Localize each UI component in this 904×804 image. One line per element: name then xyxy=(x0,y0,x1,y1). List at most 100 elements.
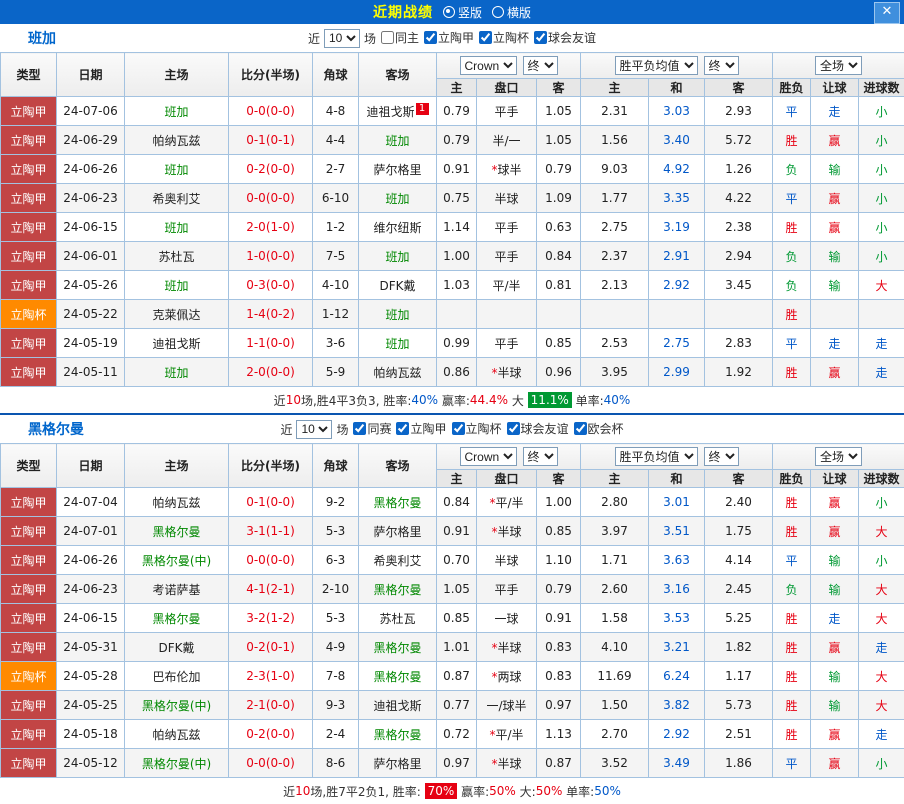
home-team-name[interactable]: 黑格尔曼 xyxy=(152,525,200,539)
euro-final-select[interactable]: 终 xyxy=(704,447,739,466)
goals-result-cell: 小 xyxy=(859,546,904,575)
filter-checkbox[interactable] xyxy=(534,31,547,44)
handicap-result-cell: 走 xyxy=(811,604,859,633)
away-team-name[interactable]: 帕纳瓦兹 xyxy=(373,366,421,380)
filter-option-同赛[interactable]: 同赛 xyxy=(348,420,391,437)
away-team-name[interactable]: 萨尔格里 xyxy=(373,757,421,771)
away-team-name[interactable]: 维尔纽斯 xyxy=(373,221,421,235)
summary-segment: 赢率: xyxy=(457,783,489,800)
summary-segment: 大 xyxy=(508,392,528,409)
result-cell: 负 xyxy=(773,242,811,271)
away-team-name[interactable]: 班加 xyxy=(385,308,409,322)
bookmaker-select[interactable]: Crown xyxy=(460,56,517,75)
euro-draw-cell: 3.16 xyxy=(649,575,705,604)
home-team-name[interactable]: 班加 xyxy=(164,105,188,119)
filter-checkbox[interactable] xyxy=(507,422,520,435)
home-team-name[interactable]: 黑格尔曼(中) xyxy=(142,757,211,771)
away-team-name[interactable]: 黑格尔曼 xyxy=(373,670,421,684)
filter-checkbox[interactable] xyxy=(452,422,465,435)
away-team-name[interactable]: 黑格尔曼 xyxy=(373,641,421,655)
away-team-name[interactable]: 班加 xyxy=(385,134,409,148)
asian-away-odds-cell: 1.05 xyxy=(537,126,581,155)
euro-final-select[interactable]: 终 xyxy=(704,56,739,75)
home-team-name[interactable]: 班加 xyxy=(164,221,188,235)
away-team-name[interactable]: 班加 xyxy=(385,250,409,264)
home-team-name[interactable]: 班加 xyxy=(164,163,188,177)
filter-checkbox[interactable] xyxy=(381,31,394,44)
home-team-name[interactable]: 巴布伦加 xyxy=(152,670,200,684)
filter-checkbox[interactable] xyxy=(396,422,409,435)
handicap-result-cell: 输 xyxy=(811,546,859,575)
avg-odds-select[interactable]: 胜平负均值 xyxy=(615,56,698,75)
filter-option-立陶甲[interactable]: 立陶甲 xyxy=(391,420,446,437)
away-team-name[interactable]: 萨尔格里 xyxy=(373,163,421,177)
league-cell: 立陶甲 xyxy=(1,329,57,358)
home-team-name[interactable]: DFK戴 xyxy=(158,641,194,655)
bookmaker-select[interactable]: Crown xyxy=(460,447,517,466)
home-team-name[interactable]: 克莱佩达 xyxy=(152,308,200,322)
away-team-name[interactable]: 萨尔格里 xyxy=(373,525,421,539)
home-team-name[interactable]: 帕纳瓦兹 xyxy=(152,134,200,148)
goals-result-cell: 小 xyxy=(859,126,904,155)
away-team-name[interactable]: 迪祖戈斯 xyxy=(366,105,414,119)
away-team-name[interactable]: 苏杜瓦 xyxy=(379,612,415,626)
filter-option-球会友谊[interactable]: 球会友谊 xyxy=(529,29,596,46)
home-team-name[interactable]: 班加 xyxy=(164,279,188,293)
filter-checkbox[interactable] xyxy=(479,31,492,44)
league-cell: 立陶甲 xyxy=(1,213,57,242)
home-team-name[interactable]: 黑格尔曼(中) xyxy=(142,699,211,713)
home-team-cell: 克莱佩达 xyxy=(125,300,229,329)
layout-radio-vertical[interactable]: 竖版 xyxy=(443,4,482,21)
filter-option-立陶杯[interactable]: 立陶杯 xyxy=(474,29,529,46)
close-icon[interactable]: ✕ xyxy=(874,2,900,24)
goals-result-cell: 小 xyxy=(859,242,904,271)
scope-select[interactable]: 全场 xyxy=(815,447,862,466)
filter-option-球会友谊[interactable]: 球会友谊 xyxy=(502,420,569,437)
home-team-name[interactable]: 班加 xyxy=(164,366,188,380)
away-team-name[interactable]: 迪祖戈斯 xyxy=(373,699,421,713)
title-bar: 近期战绩 竖版 横版 ✕ xyxy=(0,0,904,24)
asian-final-select[interactable]: 终 xyxy=(523,56,558,75)
avg-odds-select[interactable]: 胜平负均值 xyxy=(615,447,698,466)
date-cell: 24-05-11 xyxy=(57,358,125,387)
match-row: 立陶甲24-05-19迪祖戈斯1-1(0-0)3-6班加0.99平手0.852.… xyxy=(1,329,904,358)
league-cell: 立陶杯 xyxy=(1,300,57,329)
radio-unselected-icon[interactable] xyxy=(492,6,504,18)
filter-option-立陶甲[interactable]: 立陶甲 xyxy=(419,29,474,46)
col-corner: 角球 xyxy=(313,53,359,97)
filter-checkbox[interactable] xyxy=(353,422,366,435)
away-team-name[interactable]: 黑格尔曼 xyxy=(373,496,421,510)
home-team-name[interactable]: 迪祖戈斯 xyxy=(152,337,200,351)
home-team-name[interactable]: 考诺萨基 xyxy=(152,583,200,597)
home-team-name[interactable]: 苏杜瓦 xyxy=(158,250,194,264)
filter-option-欧会杯[interactable]: 欧会杯 xyxy=(569,420,624,437)
date-cell: 24-05-31 xyxy=(57,633,125,662)
filter-checkbox[interactable] xyxy=(424,31,437,44)
score-cell: 0-0(0-0) xyxy=(229,97,313,126)
recent-count-select[interactable]: 10 xyxy=(296,420,332,439)
radio-selected-icon[interactable] xyxy=(443,6,455,18)
handicap-result-cell: 输 xyxy=(811,242,859,271)
home-team-name[interactable]: 帕纳瓦兹 xyxy=(152,496,200,510)
asian-final-select[interactable]: 终 xyxy=(523,447,558,466)
home-team-name[interactable]: 黑格尔曼(中) xyxy=(142,554,211,568)
score-cell: 0-0(0-0) xyxy=(229,749,313,778)
date-cell: 24-06-26 xyxy=(57,546,125,575)
away-team-name[interactable]: 黑格尔曼 xyxy=(373,728,421,742)
asian-odds-group: Crown 终 xyxy=(437,444,581,470)
away-team-name[interactable]: 班加 xyxy=(385,337,409,351)
filter-option-同主[interactable]: 同主 xyxy=(376,29,419,46)
filter-checkbox[interactable] xyxy=(574,422,587,435)
recent-count-select[interactable]: 10 xyxy=(324,29,360,48)
away-team-name[interactable]: DFK戴 xyxy=(379,279,415,293)
scope-select[interactable]: 全场 xyxy=(815,56,862,75)
away-team-name[interactable]: 班加 xyxy=(385,192,409,206)
home-team-name[interactable]: 黑格尔曼 xyxy=(152,612,200,626)
filter-option-立陶杯[interactable]: 立陶杯 xyxy=(447,420,502,437)
handicap-cell: 平手 xyxy=(477,575,537,604)
layout-radio-horizontal[interactable]: 横版 xyxy=(492,4,531,21)
home-team-name[interactable]: 帕纳瓦兹 xyxy=(152,728,200,742)
away-team-name[interactable]: 希奥利艾 xyxy=(373,554,421,568)
away-team-name[interactable]: 黑格尔曼 xyxy=(373,583,421,597)
home-team-name[interactable]: 希奥利艾 xyxy=(152,192,200,206)
